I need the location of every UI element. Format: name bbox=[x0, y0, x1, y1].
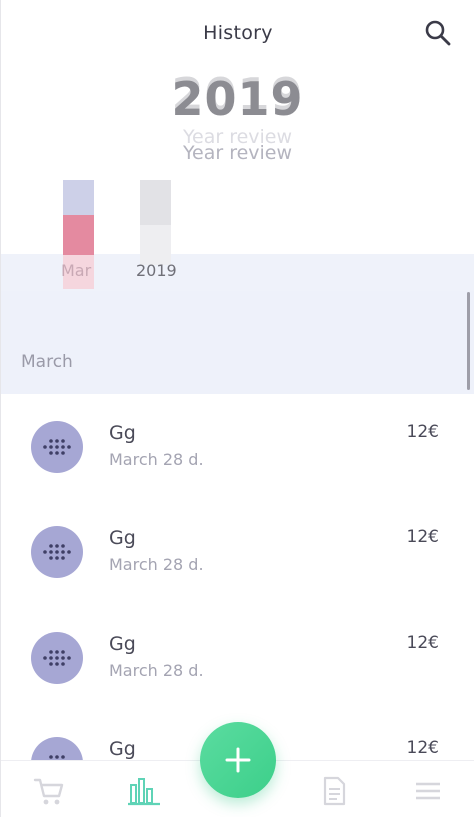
section-label: March bbox=[21, 352, 73, 372]
dots-grid-icon bbox=[43, 439, 71, 455]
item-date: March 28 d. bbox=[109, 555, 204, 574]
list-item[interactable]: Gg March 28 d. 12€ bbox=[1, 499, 474, 604]
dots-grid-icon bbox=[43, 544, 71, 560]
document-icon bbox=[323, 776, 346, 806]
item-amount: 12€ bbox=[406, 422, 439, 442]
nav-menu[interactable] bbox=[411, 775, 445, 807]
item-amount: 12€ bbox=[406, 738, 439, 758]
item-title: Gg bbox=[109, 633, 136, 655]
item-title: Gg bbox=[109, 527, 136, 549]
plus-icon bbox=[225, 747, 251, 773]
month-chart: Mar 2019 bbox=[1, 178, 474, 293]
year-value: 2019 bbox=[171, 72, 304, 126]
category-avatar bbox=[31, 526, 83, 578]
category-avatar bbox=[31, 632, 83, 684]
scrollbar[interactable] bbox=[467, 292, 470, 390]
bar-label-2019: 2019 bbox=[136, 261, 177, 280]
item-date: March 28 d. bbox=[109, 661, 204, 680]
app-screen: History 2019 2019 Year review Year revie… bbox=[0, 0, 474, 817]
item-amount: 12€ bbox=[406, 633, 439, 653]
year-summary: 2019 2019 Year review Year review bbox=[1, 68, 474, 178]
bar-mar-top[interactable] bbox=[63, 180, 94, 215]
nav-cart[interactable] bbox=[32, 775, 66, 807]
search-button[interactable] bbox=[423, 18, 453, 48]
bar-chart-icon bbox=[128, 778, 160, 806]
month-section-header: March bbox=[1, 291, 474, 394]
category-avatar bbox=[31, 421, 83, 473]
add-transaction-button[interactable] bbox=[200, 722, 276, 798]
list-item[interactable]: Gg March 28 d. 12€ bbox=[1, 605, 474, 710]
app-header: History bbox=[1, 0, 474, 68]
nav-history[interactable] bbox=[127, 775, 161, 807]
cart-icon bbox=[33, 778, 64, 805]
nav-documents[interactable] bbox=[317, 775, 351, 807]
bar-label-mar: Mar bbox=[61, 261, 92, 280]
item-title: Gg bbox=[109, 422, 136, 444]
item-amount: 12€ bbox=[406, 527, 439, 547]
bar-2019-top[interactable] bbox=[140, 180, 171, 225]
dots-grid-icon bbox=[43, 650, 71, 666]
search-icon bbox=[425, 20, 451, 46]
bar-mar-middle[interactable] bbox=[63, 215, 94, 255]
menu-icon bbox=[416, 782, 440, 800]
item-title: Gg bbox=[109, 738, 136, 760]
year-subtitle: Year review bbox=[182, 142, 293, 164]
list-item[interactable]: Gg March 28 d. 12€ bbox=[1, 394, 474, 499]
bar-2019-bottom[interactable] bbox=[140, 225, 171, 265]
page-title: History bbox=[203, 22, 273, 44]
item-date: March 28 d. bbox=[109, 450, 204, 469]
